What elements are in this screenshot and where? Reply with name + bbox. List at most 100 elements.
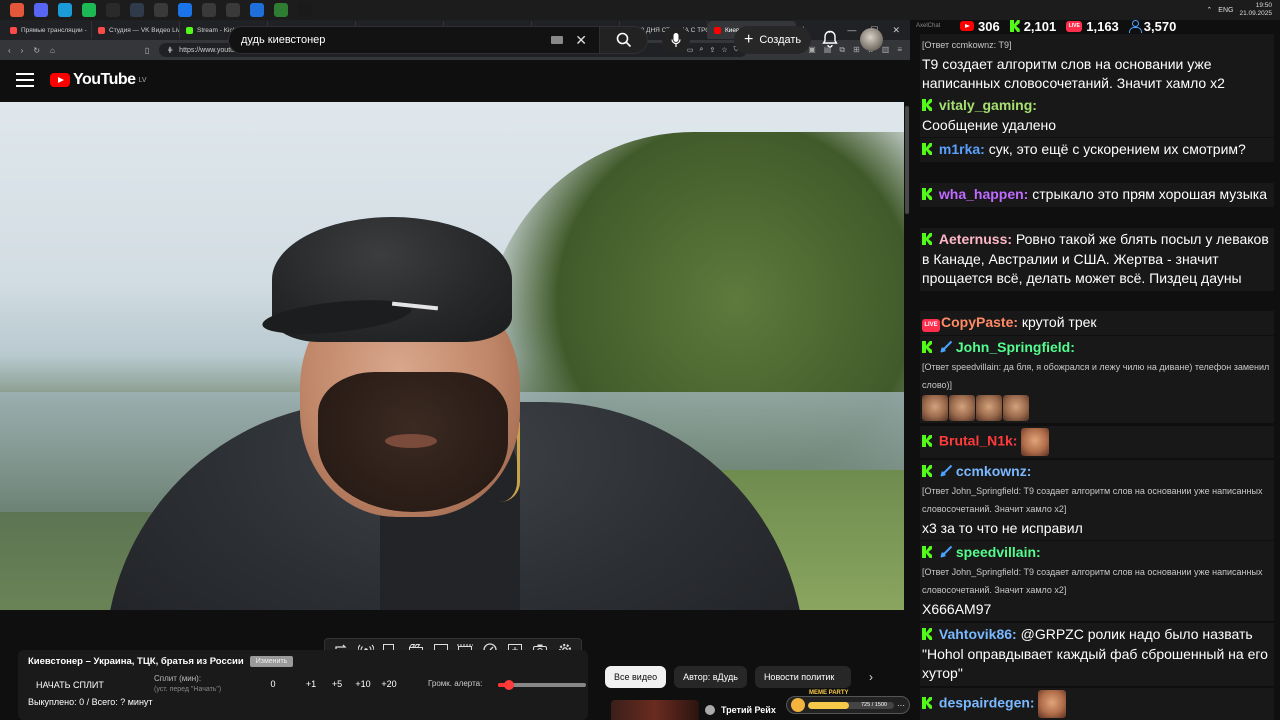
bookmark-icon[interactable]: ▯ xyxy=(145,46,149,55)
extension-icon[interactable]: ⊞ xyxy=(853,45,860,55)
close-icon[interactable]: ✕ xyxy=(892,25,900,36)
alert-volume-slider[interactable] xyxy=(498,680,586,690)
chat-message: ccmkownz: [Ответ John_Springfield: T9 со… xyxy=(920,460,1274,540)
tab-favicon-icon xyxy=(186,26,193,34)
taskbar-app-icon[interactable] xyxy=(202,3,216,17)
split-increment-button[interactable]: +5 xyxy=(324,679,350,689)
bookmark-star-icon[interactable]: ☆ xyxy=(721,46,727,54)
split-footer: Выкуплено: 0 / Всего: ? минут xyxy=(28,697,153,707)
zoom-icon[interactable]: ⌕ xyxy=(700,46,704,54)
split-controls: НАЧАТЬ СПЛИТ Сплит (мин): (уст. перед "Н… xyxy=(28,674,586,695)
search-input[interactable]: дудь киевстонер ✕ xyxy=(228,26,600,54)
chat-username: speedvillain: xyxy=(955,544,1041,560)
chip-author[interactable]: Автор: вДудь xyxy=(674,666,747,688)
taskbar-app-icon[interactable] xyxy=(58,3,72,17)
taskbar-app-icon[interactable] xyxy=(106,3,120,17)
extension-icon[interactable]: ⧉ xyxy=(839,45,845,55)
taskbar-app-icon[interactable] xyxy=(10,3,24,17)
split-increment-button[interactable]: +10 xyxy=(350,679,376,689)
kick-icon xyxy=(922,546,932,558)
taskbar-app-icon[interactable] xyxy=(178,3,192,17)
taskbar-app-icon[interactable] xyxy=(34,3,48,17)
taskbar-app-icon[interactable] xyxy=(250,3,264,17)
tune-icon[interactable]: ⋕ xyxy=(167,46,173,54)
tab-favicon-icon xyxy=(714,26,721,34)
split-edit-button[interactable]: Изменить xyxy=(249,656,294,667)
back-icon[interactable]: ‹ xyxy=(8,46,11,55)
reload-icon[interactable]: ↻ xyxy=(33,46,40,55)
youtube-logo[interactable]: YouTube LV xyxy=(50,71,147,89)
recommended-title[interactable]: Третий Рейх xyxy=(721,705,776,715)
chip-all-videos[interactable]: Все видео xyxy=(605,666,667,688)
home-icon[interactable]: ⌂ xyxy=(50,46,55,55)
kick-icon xyxy=(922,341,932,353)
voice-search-button[interactable] xyxy=(662,26,690,54)
browser-tab[interactable]: Студия — VK Видео Liv xyxy=(92,21,180,39)
emote xyxy=(976,394,1002,421)
share-icon[interactable]: ⇪ xyxy=(709,46,715,54)
create-button[interactable]: + Создать xyxy=(734,26,812,54)
chat-reply-quote: [Ответ ccmkownz: T9] xyxy=(922,40,1012,50)
taskbar-app-icon[interactable] xyxy=(130,3,144,17)
split-increment-button[interactable]: +1 xyxy=(298,679,324,689)
bell-icon[interactable] xyxy=(822,30,838,48)
chat-message: John_Springfield: [Ответ speedvillain: д… xyxy=(920,336,1274,423)
user-icon xyxy=(1128,20,1142,33)
alert-volume-knob[interactable] xyxy=(503,680,514,690)
kick-icon xyxy=(922,628,932,640)
split-minutes-text: Сплит (мин): xyxy=(154,674,202,683)
taskbar-app-icon[interactable] xyxy=(226,3,240,17)
split-title-row: Киевстонер – Украина, ТЦК, братья из Рос… xyxy=(28,656,578,667)
chat-username: Aeternuss: xyxy=(938,231,1013,247)
lang-indicator[interactable]: ENG xyxy=(1218,7,1233,14)
recommended-thumbnail[interactable] xyxy=(611,700,699,720)
chat-message-text: X666AM97 xyxy=(922,600,992,617)
chat-scrollbar[interactable] xyxy=(1276,40,1280,720)
split-minutes-hint: (уст. перед "Начать") xyxy=(154,686,222,693)
minimize-icon[interactable]: — xyxy=(847,25,856,36)
split-panel: Киевстонер – Украина, ТЦК, братья из Рос… xyxy=(18,650,588,720)
start-split-button[interactable]: НАЧАТЬ СПЛИТ xyxy=(28,680,136,690)
keyboard-icon[interactable] xyxy=(551,36,564,44)
clock-date: 21.09.2025 xyxy=(1239,10,1272,17)
taskbar-app-icon[interactable] xyxy=(154,3,168,17)
forward-icon[interactable]: › xyxy=(21,46,24,55)
scrollbar-thumb[interactable] xyxy=(905,106,909,214)
clock[interactable]: 19:50 21.09.2025 xyxy=(1239,2,1272,18)
sidebar-icon[interactable]: ▥ xyxy=(882,45,890,55)
taskbar-app-icon[interactable] xyxy=(274,3,288,17)
chat-username: Brutal_N1k: xyxy=(938,432,1018,449)
chat-message-text: Т9 создает алгоритм слов на основании уж… xyxy=(922,55,1225,92)
channel-avatar[interactable] xyxy=(705,705,715,715)
stat-kick-value: 2,101 xyxy=(1023,20,1057,34)
youtube-play-icon xyxy=(50,73,70,87)
menu-icon[interactable]: ≡ xyxy=(897,45,902,55)
menu-icon[interactable] xyxy=(16,73,34,87)
search-button[interactable] xyxy=(600,26,648,54)
clear-icon[interactable]: ✕ xyxy=(575,32,587,49)
chat-username: ccmkownz: xyxy=(955,463,1032,479)
meme-party-count: 725 / 1500 xyxy=(861,702,887,708)
youtube-header: YouTube LV дудь киевстонер ✕ + Создать xyxy=(0,26,910,100)
split-increment-button[interactable]: +20 xyxy=(376,679,402,689)
clock-time: 19:50 xyxy=(1255,2,1272,9)
meme-party-progress-fill xyxy=(808,701,850,709)
chat-username: Vahtovik86: xyxy=(938,626,1017,642)
taskbar-app-icon[interactable] xyxy=(298,3,312,17)
emote xyxy=(1021,428,1050,456)
live-icon: LIVE xyxy=(922,319,940,332)
split-value[interactable]: 0 xyxy=(260,679,286,689)
taskbar-app-icon[interactable] xyxy=(82,3,96,17)
more-icon[interactable]: ⋯ xyxy=(897,701,905,710)
page-scrollbar[interactable] xyxy=(904,102,910,720)
chip-news[interactable]: Новости политик xyxy=(754,666,851,688)
chevron-right-icon[interactable]: › xyxy=(869,670,873,684)
chat-message: Brutal_N1k: xyxy=(920,426,1274,458)
live-icon: LIVE xyxy=(1066,20,1083,32)
browser-tab[interactable]: Прямые трансляции - xyxy=(4,21,92,39)
chat-app-name: AxelChat xyxy=(916,23,941,29)
chevron-up-icon[interactable]: ⌃ xyxy=(1206,6,1212,14)
avatar[interactable] xyxy=(860,28,883,51)
tab-favicon-icon xyxy=(98,26,105,34)
video-player[interactable] xyxy=(0,102,904,610)
